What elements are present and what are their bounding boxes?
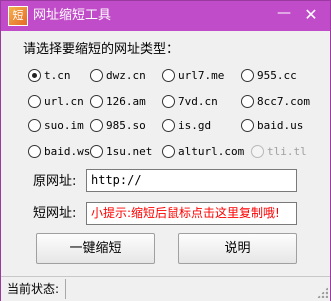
radio-button-icon [90,118,103,132]
radio-tli-tl: tli.tl [251,143,307,159]
short-url-output[interactable]: 小提示:缩短后鼠标点击这里复制哦! [86,202,297,225]
radio-button-icon [28,94,41,108]
original-url-input[interactable]: http:// [86,169,297,192]
radio-label: dwz.cn [106,68,146,82]
radio-baid-ws[interactable]: baid.ws [28,143,90,159]
radio-label: 126.am [106,94,146,108]
radio-label: 1su.net [106,144,153,158]
radio-label: suo.im [44,118,84,132]
minimize-button[interactable]: — [276,6,292,23]
help-button[interactable]: 说明 [178,233,297,264]
radio-button-icon [241,68,254,82]
app-window: 短 网址缩短工具 — ✕ 请选择要缩短的网址类型： t.cn dwz.cn ur… [0,0,331,301]
radio-label: url.cn [44,94,84,108]
radio-1su-net[interactable]: 1su.net [90,143,152,159]
radio-button-icon [90,144,103,158]
radio-label: url7.me [178,68,225,82]
short-url-label: 短网址: [33,206,77,221]
radio-label: baid.us [257,118,304,132]
original-url-label: 原网址: [33,174,77,189]
radio-label: 8cc7.com [257,94,310,108]
status-divider [65,279,66,299]
radio-button-icon [162,118,175,132]
radio-button-icon [251,144,264,158]
app-logo-icon: 短 [8,6,28,26]
radio-t-cn[interactable]: t.cn [28,67,71,83]
radio-url-cn[interactable]: url.cn [28,93,84,109]
title-bar[interactable]: 短 网址缩短工具 — ✕ [1,1,330,31]
radio-label: tli.tl [267,144,307,158]
radio-button-icon [241,118,254,132]
radio-label: is.gd [178,118,212,132]
close-button[interactable]: ✕ [300,5,322,25]
radio-dwz-cn[interactable]: dwz.cn [90,67,146,83]
url-type-prompt: 请选择要缩短的网址类型： [23,42,180,57]
radio-label: 985.so [106,118,146,132]
radio-8cc7-com[interactable]: 8cc7.com [241,93,310,109]
status-label: 当前状态: [7,282,60,296]
radio-label: baid.ws [44,144,91,158]
radio-button-icon [162,144,175,158]
window-title: 网址缩短工具 [33,8,112,23]
radio-is-gd[interactable]: is.gd [162,117,211,133]
radio-label: 955.cc [257,68,297,82]
radio-button-icon [28,144,41,158]
radio-955-cc[interactable]: 955.cc [241,67,297,83]
radio-7vd-cn[interactable]: 7vd.cn [162,93,218,109]
radio-url7-me[interactable]: url7.me [162,67,224,83]
radio-button-icon [90,68,103,82]
radio-alturl-com[interactable]: alturl.com [162,143,244,159]
radio-button-icon [28,68,41,82]
radio-button-icon [241,94,254,108]
radio-label: alturl.com [178,144,245,158]
radio-button-icon [162,68,175,82]
shorten-button[interactable]: 一键缩短 [36,233,155,264]
radio-label: 7vd.cn [178,94,218,108]
resize-grip-icon[interactable] [317,287,328,298]
radio-suo-im[interactable]: suo.im [28,117,84,133]
radio-button-icon [28,118,41,132]
radio-button-icon [90,94,103,108]
radio-985-so[interactable]: 985.so [90,117,146,133]
radio-label: t.cn [44,68,71,82]
radio-baid-us[interactable]: baid.us [241,117,303,133]
status-bar: 当前状态: [1,276,330,301]
radio-button-icon [162,94,175,108]
radio-126-am[interactable]: 126.am [90,93,146,109]
